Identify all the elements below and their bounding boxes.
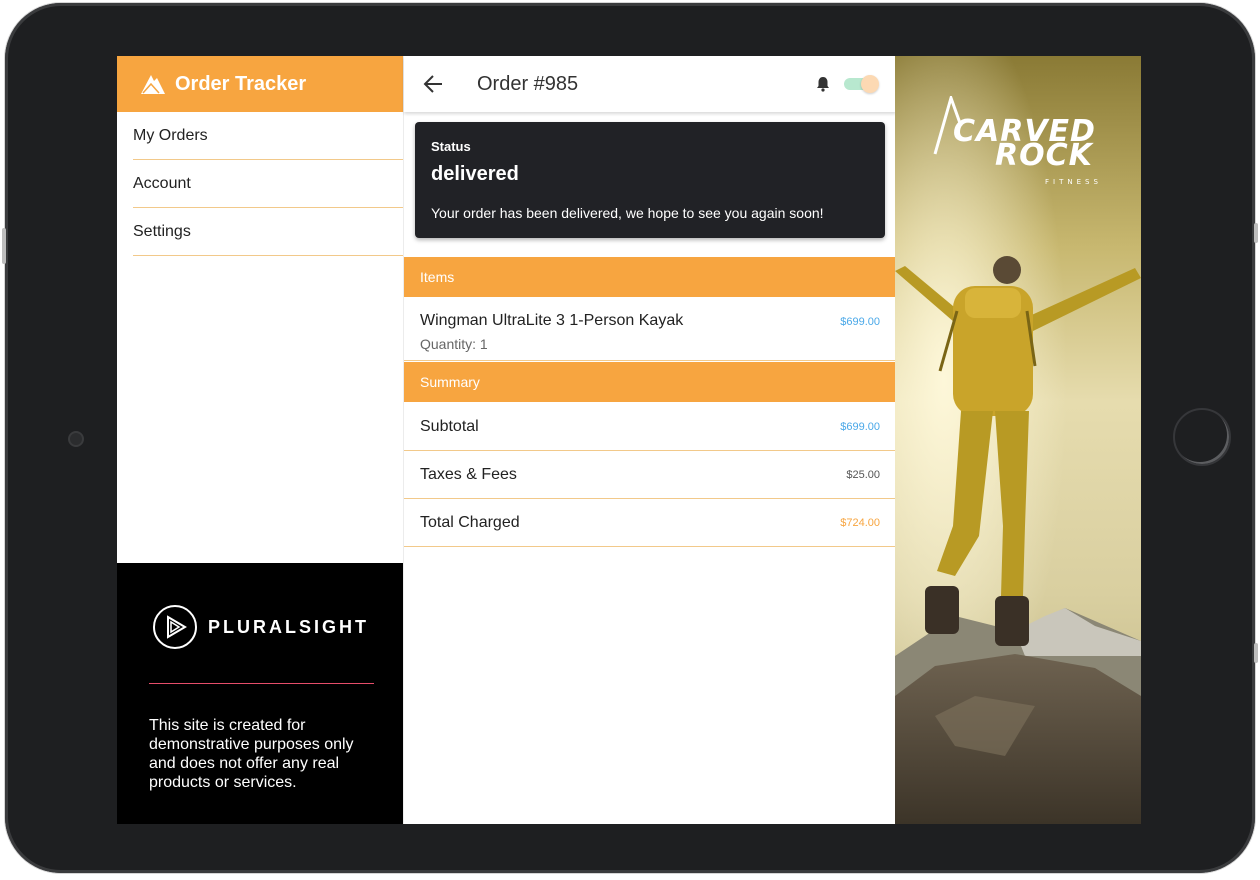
subtotal-label: Subtotal	[420, 418, 479, 435]
status-label: Status	[431, 139, 471, 154]
subtotal-row: Subtotal $699.00	[404, 403, 896, 451]
nav-footer: PLURALSIGHT This site is created for dem…	[117, 563, 403, 824]
status-card: Status delivered Your order has been del…	[415, 122, 885, 238]
side-button	[1254, 223, 1258, 243]
taxes-amount: $25.00	[846, 469, 880, 481]
subtotal-amount: $699.00	[840, 421, 880, 433]
promo-image: CARVED ROCK FITNESS	[895, 56, 1141, 824]
nav-item-settings[interactable]: Settings	[133, 208, 403, 256]
app-screen: Order Tracker My Orders Account Settings…	[117, 56, 1141, 824]
taxes-row: Taxes & Fees $25.00	[404, 451, 896, 499]
total-amount: $724.00	[840, 517, 880, 529]
item-quantity: Quantity: 1	[420, 336, 488, 352]
total-label: Total Charged	[420, 514, 520, 531]
volume-button	[2, 228, 6, 264]
status-value: delivered	[431, 163, 519, 185]
footer-divider	[149, 683, 374, 684]
notifications-toggle[interactable]	[844, 75, 880, 93]
nav-list: My Orders Account Settings	[117, 112, 403, 256]
nav-header: Order Tracker	[117, 56, 403, 112]
brand-sub: FITNESS	[1045, 178, 1102, 186]
mountain-logo-icon	[141, 75, 165, 94]
list-item[interactable]: Wingman UltraLite 3 1-Person Kayak Quant…	[404, 298, 896, 361]
status-message: Your order has been delivered, we hope t…	[431, 205, 824, 221]
nav-item-account[interactable]: Account	[133, 160, 403, 208]
order-title: Order #985	[477, 73, 579, 95]
camera-icon	[68, 431, 84, 447]
back-arrow-icon[interactable]	[422, 74, 444, 94]
app-title: Order Tracker	[175, 72, 307, 95]
pluralsight-logo: PLURALSIGHT	[152, 604, 369, 650]
pluralsight-wordmark: PLURALSIGHT	[208, 616, 369, 637]
order-detail: Order #985 Status delivered Your order h…	[403, 56, 896, 824]
disclaimer-text: This site is created for demonstrative p…	[149, 717, 354, 791]
items-header: Items	[404, 257, 896, 297]
total-row: Total Charged $724.00	[404, 499, 896, 547]
item-name: Wingman UltraLite 3 1-Person Kayak	[420, 312, 684, 329]
item-price: $699.00	[840, 316, 880, 328]
play-logo-icon	[153, 605, 197, 649]
toggle-thumb	[861, 75, 879, 93]
bell-icon[interactable]	[816, 76, 830, 92]
summary-header: Summary	[404, 362, 896, 402]
nav-item-my-orders[interactable]: My Orders	[133, 112, 403, 160]
detail-topbar: Order #985	[404, 56, 896, 112]
side-button	[1254, 643, 1258, 663]
side-nav: Order Tracker My Orders Account Settings…	[117, 56, 403, 824]
home-button[interactable]	[1173, 408, 1231, 466]
brand-line-2: ROCK	[995, 138, 1093, 173]
taxes-label: Taxes & Fees	[420, 466, 517, 483]
